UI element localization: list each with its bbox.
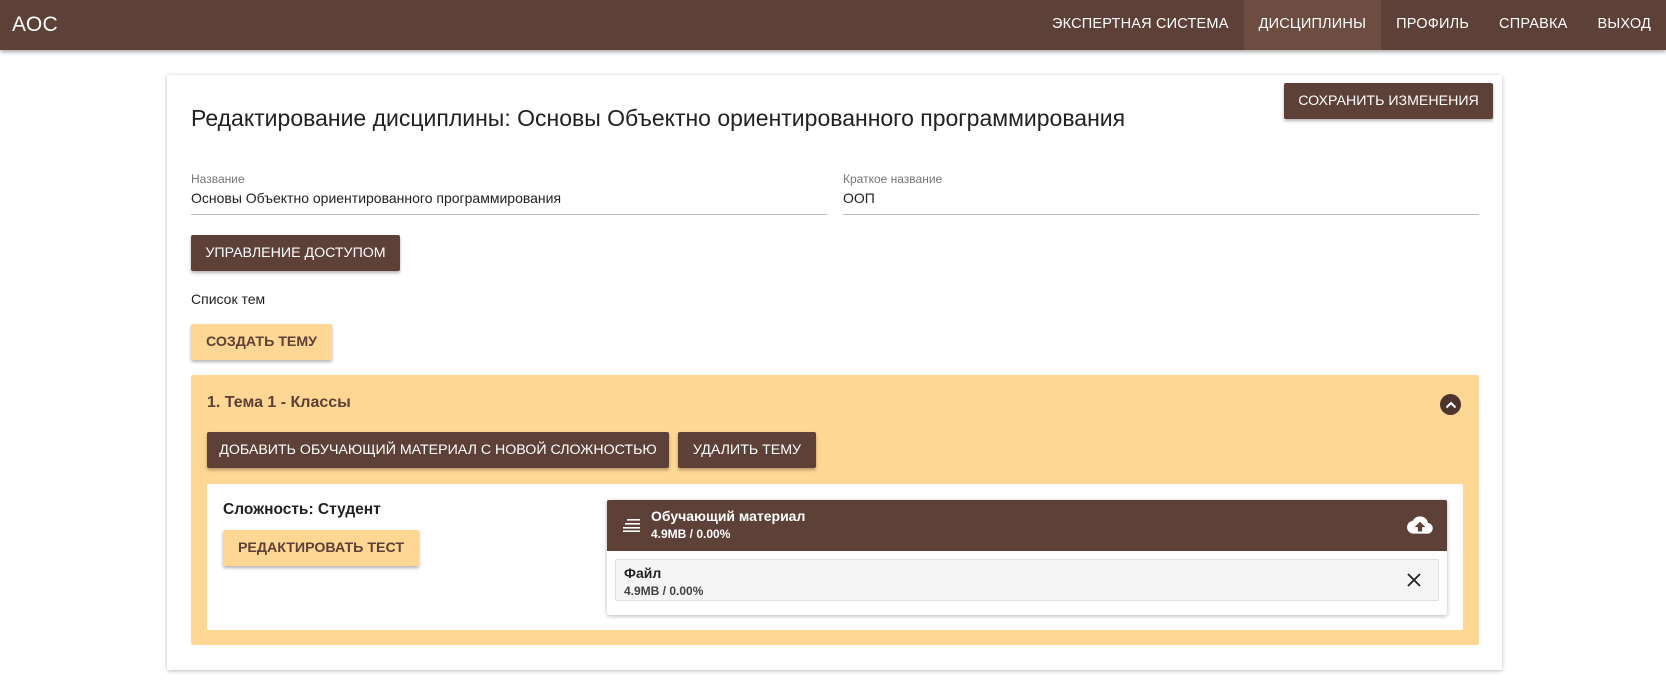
material-uploader: Обучающий материал 4.9MB / 0.00% Файл 4.… xyxy=(607,500,1447,615)
main-nav: ЭКСПЕРТНАЯ СИСТЕМА ДИСЦИПЛИНЫ ПРОФИЛЬ СП… xyxy=(1037,0,1666,50)
nav-item-profile[interactable]: ПРОФИЛЬ xyxy=(1381,0,1484,50)
file-row: Файл 4.9MB / 0.00% xyxy=(615,559,1439,601)
difficulty-block: Сложность: Студент РЕДАКТИРОВАТЬ ТЕСТ Об… xyxy=(207,484,1463,630)
save-changes-button[interactable]: СОХРАНИТЬ ИЗМЕНЕНИЯ xyxy=(1284,83,1493,119)
discipline-short-name-input[interactable]: ООП xyxy=(843,190,1479,206)
cloud-upload-icon[interactable] xyxy=(1407,514,1433,536)
discipline-short-name-field[interactable]: Краткое название ООП xyxy=(843,172,1479,215)
close-icon[interactable] xyxy=(1406,572,1422,588)
discipline-edit-card: Редактирование дисциплины: Основы Объект… xyxy=(167,75,1502,670)
create-topic-button[interactable]: СОЗДАТЬ ТЕМУ xyxy=(191,324,332,360)
delete-topic-button[interactable]: УДАЛИТЬ ТЕМУ xyxy=(678,432,816,468)
topic-title[interactable]: 1. Тема 1 - Классы xyxy=(207,394,351,412)
edit-test-button[interactable]: РЕДАКТИРОВАТЬ ТЕСТ xyxy=(223,530,419,566)
topic-panel: 1. Тема 1 - Классы ДОБАВИТЬ ОБУЧАЮЩИЙ МА… xyxy=(191,375,1479,645)
file-name: Файл xyxy=(624,565,662,581)
discipline-name-input[interactable]: Основы Объектно ориентированного програм… xyxy=(191,190,827,206)
uploader-title: Обучающий материал xyxy=(651,508,806,524)
uploader-progress: 4.9MB / 0.00% xyxy=(651,527,731,541)
page-title: Редактирование дисциплины: Основы Объект… xyxy=(191,105,1126,131)
discipline-name-label: Название xyxy=(191,172,245,186)
nav-item-disciplines[interactable]: ДИСЦИПЛИНЫ xyxy=(1243,0,1382,50)
app-brand[interactable]: АОС xyxy=(12,0,58,50)
access-management-button[interactable]: УПРАВЛЕНИЕ ДОСТУПОМ xyxy=(191,235,400,271)
file-progress: 4.9MB / 0.00% xyxy=(624,584,704,598)
nav-item-help[interactable]: СПРАВКА xyxy=(1484,0,1582,50)
nav-item-expert-system[interactable]: ЭКСПЕРТНАЯ СИСТЕМА xyxy=(1037,0,1244,50)
menu-icon xyxy=(623,519,640,532)
add-material-button[interactable]: ДОБАВИТЬ ОБУЧАЮЩИЙ МАТЕРИАЛ С НОВОЙ СЛОЖ… xyxy=(207,432,669,468)
topics-list-label: Список тем xyxy=(191,291,266,307)
difficulty-title: Сложность: Студент xyxy=(223,501,381,518)
top-app-bar: АОС ЭКСПЕРТНАЯ СИСТЕМА ДИСЦИПЛИНЫ ПРОФИЛ… xyxy=(0,0,1666,50)
chevron-up-icon[interactable] xyxy=(1440,394,1461,415)
uploader-header: Обучающий материал 4.9MB / 0.00% xyxy=(607,500,1447,551)
discipline-short-name-label: Краткое название xyxy=(843,172,943,186)
discipline-name-field[interactable]: Название Основы Объектно ориентированног… xyxy=(191,172,827,215)
nav-item-logout[interactable]: ВЫХОД xyxy=(1583,0,1666,50)
